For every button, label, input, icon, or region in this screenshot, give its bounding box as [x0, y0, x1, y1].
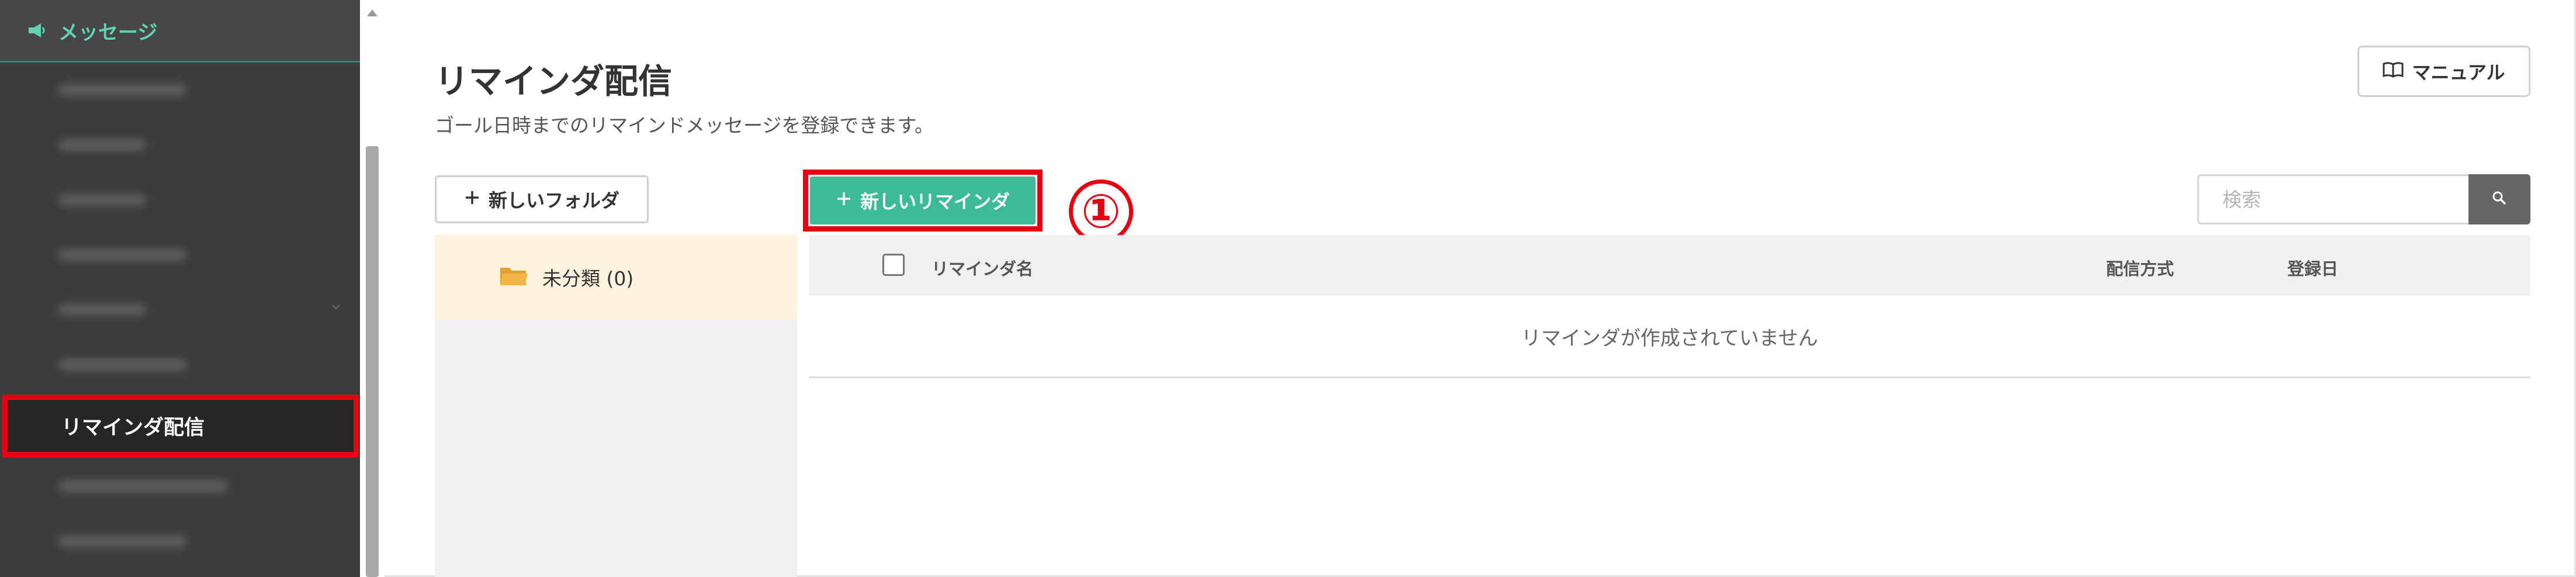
new-folder-button[interactable]: 新しいフォルダ	[435, 175, 649, 223]
sidebar-item-blurred[interactable]	[0, 459, 360, 513]
search-icon	[2491, 190, 2508, 209]
sidebar-section-title: メッセージ	[58, 20, 158, 44]
sidebar-item-blurred[interactable]	[0, 63, 360, 117]
table-header	[809, 235, 2530, 296]
column-header-date[interactable]: 登録日	[2287, 255, 2338, 280]
scrollbar-thumb[interactable]	[366, 146, 379, 577]
sidebar-item-blurred[interactable]	[0, 118, 360, 172]
book-icon	[2383, 60, 2404, 82]
column-header-name[interactable]: リマインダ名	[932, 255, 1033, 280]
sidebar-item-blurred[interactable]	[0, 173, 360, 227]
sidebar-item-label: リマインダ配信	[61, 416, 205, 440]
empty-table-message: リマインダが作成されていません	[809, 296, 2530, 378]
sidebar: メッセージ リマインダ配信	[0, 0, 360, 577]
new-reminder-label: 新しいリマインダ	[860, 191, 1010, 213]
column-header-method[interactable]: 配信方式	[2106, 255, 2174, 280]
sidebar-item-blurred[interactable]	[0, 338, 360, 392]
folder-icon	[499, 264, 528, 290]
step-number: ①	[1069, 179, 1133, 244]
select-all-checkbox[interactable]	[882, 254, 905, 276]
plus-icon	[464, 188, 480, 210]
plus-icon	[836, 189, 852, 212]
scroll-up-arrow-icon[interactable]	[361, 4, 383, 21]
manual-button-label: マニュアル	[2412, 61, 2505, 84]
search-input[interactable]	[2197, 174, 2468, 224]
page-title: リマインダ配信	[435, 61, 673, 101]
folder-item-uncategorized[interactable]: 未分類 (0)	[435, 235, 797, 319]
manual-button[interactable]: マニュアル	[2357, 46, 2530, 97]
sidebar-item-reminder[interactable]: リマインダ配信	[2, 395, 359, 457]
new-reminder-button[interactable]: 新しいリマインダ	[810, 177, 1036, 224]
new-folder-label: 新しいフォルダ	[488, 189, 619, 212]
sidebar-item-blurred[interactable]	[0, 514, 360, 568]
search-button[interactable]	[2468, 174, 2530, 224]
page-description: ゴール日時までのリマインドメッセージを登録できます。	[435, 114, 934, 137]
search-box	[2197, 174, 2530, 224]
megaphone-icon	[25, 18, 49, 43]
chevron-down-icon	[330, 300, 342, 316]
folder-label: 未分類 (0)	[542, 267, 634, 290]
sidebar-section-header[interactable]: メッセージ	[0, 0, 360, 63]
sidebar-item-blurred[interactable]	[0, 228, 360, 282]
sidebar-item-blurred[interactable]	[0, 283, 360, 337]
